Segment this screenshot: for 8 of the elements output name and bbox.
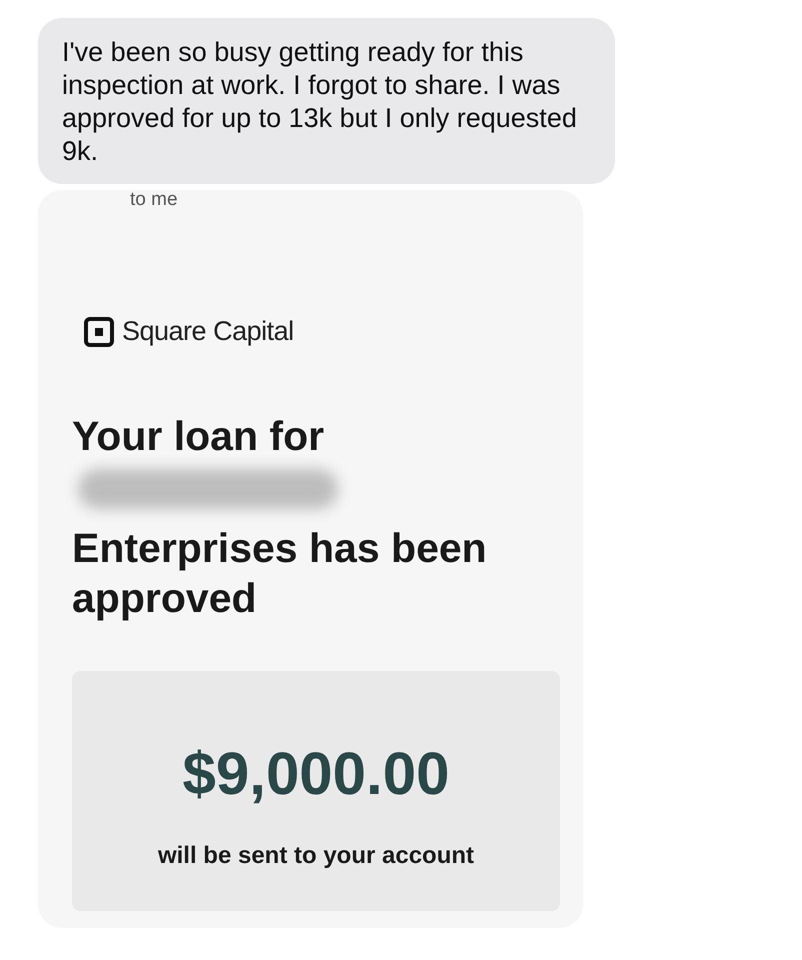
message-bubble: I've been so busy getting ready for this inspection at work. I forgot to share. I was approved for up to 13k but I only requested 9k. [38,18,615,184]
amount-note: will be sent to your account [158,842,474,870]
brand-name: Square Capital [122,316,294,347]
loan-amount: $9,000.00 [182,739,450,808]
recipient-label: to me [130,190,179,210]
heading-line: Enterprises has been approved [72,524,488,623]
square-logo-icon [84,316,114,346]
heading-line: Your loan for [72,412,326,461]
